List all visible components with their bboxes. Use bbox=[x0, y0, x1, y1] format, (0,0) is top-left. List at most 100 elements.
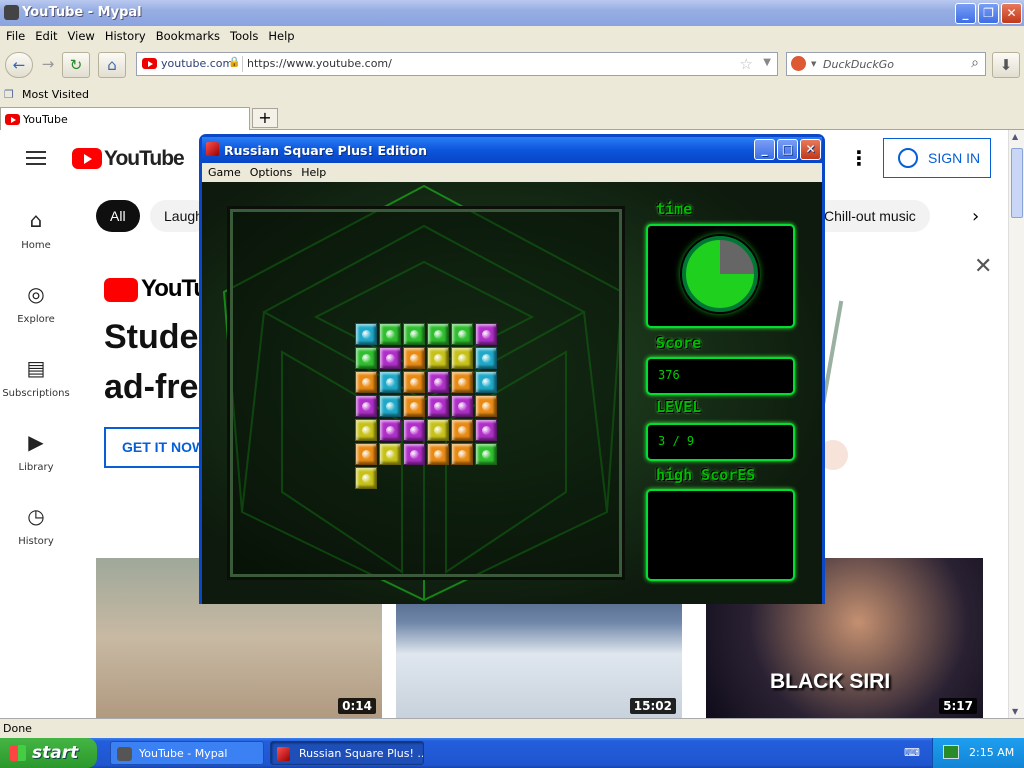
taskbar-item-label: Russian Square Plus! ... bbox=[299, 747, 424, 760]
sidebar-item-subscriptions[interactable]: ▤ Subscriptions bbox=[0, 356, 72, 399]
start-label: start bbox=[32, 743, 79, 763]
game-maximize-button[interactable]: □ bbox=[777, 139, 798, 160]
downloads-button[interactable]: ⬇ bbox=[992, 52, 1020, 78]
sidebar-item-history[interactable]: ◷ History bbox=[0, 504, 72, 547]
subscriptions-icon: ▤ bbox=[26, 356, 46, 380]
browser-title-bar[interactable]: YouTube - Mypal _ ❐ ✕ bbox=[0, 0, 1024, 26]
home-icon: ⌂ bbox=[29, 208, 43, 232]
game-block bbox=[427, 323, 449, 345]
video-duration: 0:14 bbox=[338, 698, 376, 714]
start-button[interactable]: start bbox=[0, 738, 97, 768]
minimize-button[interactable]: _ bbox=[955, 3, 976, 24]
game-block bbox=[403, 419, 425, 441]
history-icon: ◷ bbox=[27, 504, 45, 528]
bookmark-star-icon[interactable]: ☆ bbox=[740, 55, 753, 73]
lock-icon: 🔒 bbox=[228, 57, 241, 68]
game-menu-game[interactable]: Game bbox=[202, 163, 244, 179]
menu-view[interactable]: View bbox=[62, 26, 99, 43]
most-visited-bookmark[interactable]: Most Visited bbox=[22, 88, 89, 101]
mypal-icon bbox=[4, 5, 19, 20]
scroll-down-icon[interactable]: ▼ bbox=[1012, 707, 1018, 716]
mypal-icon bbox=[117, 747, 132, 761]
new-tab-button[interactable]: + bbox=[252, 108, 278, 128]
chip-chill-out-music[interactable]: Chill-out music bbox=[810, 200, 930, 232]
game-block bbox=[355, 395, 377, 417]
play-field[interactable] bbox=[227, 206, 625, 580]
search-icon[interactable]: ⌕ bbox=[971, 55, 979, 71]
scrollbar-thumb[interactable] bbox=[1011, 148, 1023, 218]
game-minimize-button[interactable]: _ bbox=[754, 139, 775, 160]
game-block bbox=[427, 395, 449, 417]
game-close-button[interactable]: ✕ bbox=[800, 139, 821, 160]
address-bar[interactable]: youtube.com 🔒 https://www.youtube.com/ ☆… bbox=[136, 52, 778, 76]
sidebar-item-home[interactable]: ⌂ Home bbox=[0, 208, 72, 251]
scroll-up-icon[interactable]: ▲ bbox=[1012, 132, 1018, 141]
network-icon[interactable] bbox=[943, 745, 959, 759]
sidebar-item-explore[interactable]: ◎ Explore bbox=[0, 282, 72, 325]
keyboard-icon[interactable]: ⌨ bbox=[904, 746, 920, 759]
sidebar-item-library[interactable]: ▶ Library bbox=[0, 430, 72, 473]
more-options-icon[interactable]: ⋮ bbox=[849, 146, 869, 170]
windows-flag-icon bbox=[10, 745, 26, 761]
url-text[interactable]: https://www.youtube.com/ bbox=[247, 57, 392, 70]
game-block bbox=[379, 347, 401, 369]
search-bar[interactable]: ▼ DuckDuckGo ⌕ bbox=[786, 52, 986, 76]
restore-button[interactable]: ❐ bbox=[978, 3, 999, 24]
game-block bbox=[355, 443, 377, 465]
menu-help[interactable]: Help bbox=[262, 26, 298, 43]
menu-history[interactable]: History bbox=[99, 26, 150, 43]
game-icon bbox=[277, 747, 290, 761]
game-block bbox=[451, 347, 473, 369]
game-window[interactable]: Russian Square Plus! Edition _ □ ✕ Game O… bbox=[199, 134, 825, 604]
thumbnail-overlay-text: BLACK SIRI bbox=[770, 670, 891, 693]
menu-bookmarks[interactable]: Bookmarks bbox=[150, 26, 224, 43]
hamburger-menu-icon[interactable] bbox=[26, 151, 46, 165]
get-it-now-button[interactable]: GET IT NOW bbox=[104, 427, 214, 468]
game-block bbox=[475, 347, 497, 369]
home-button[interactable]: ⌂ bbox=[98, 52, 126, 78]
youtube-wordmark: YouTube bbox=[104, 147, 185, 170]
game-title-bar[interactable]: Russian Square Plus! Edition _ □ ✕ bbox=[202, 137, 822, 163]
page-scrollbar[interactable]: ▲ ▼ bbox=[1008, 130, 1024, 718]
game-block bbox=[355, 323, 377, 345]
reload-button[interactable]: ↻ bbox=[62, 52, 90, 78]
browser-menubar: File Edit View History Bookmarks Tools Help bbox=[0, 26, 1024, 46]
game-menu-help[interactable]: Help bbox=[295, 163, 329, 179]
chips-next-icon[interactable]: › bbox=[972, 206, 979, 227]
search-engine-dropdown-icon[interactable]: ▼ bbox=[811, 60, 816, 68]
status-bar: Done bbox=[0, 718, 1024, 738]
time-label: time bbox=[656, 200, 693, 218]
close-promo-icon[interactable]: ✕ bbox=[974, 254, 992, 279]
menu-edit[interactable]: Edit bbox=[29, 26, 61, 43]
game-block bbox=[355, 347, 377, 369]
game-block bbox=[427, 347, 449, 369]
sidebar-label: Explore bbox=[17, 314, 55, 325]
game-block bbox=[451, 371, 473, 393]
menu-file[interactable]: File bbox=[0, 26, 29, 43]
forward-button[interactable]: → bbox=[34, 52, 62, 78]
game-block bbox=[403, 323, 425, 345]
game-block bbox=[475, 323, 497, 345]
tab-youtube[interactable]: YouTube bbox=[0, 107, 250, 130]
chip-all[interactable]: All bbox=[96, 200, 140, 232]
taskbar: start YouTube - Mypal Russian Square Plu… bbox=[0, 738, 1024, 768]
menu-tools[interactable]: Tools bbox=[224, 26, 262, 43]
game-block bbox=[379, 419, 401, 441]
promo-title-line1: Studer bbox=[104, 318, 212, 356]
taskbar-item-game[interactable]: Russian Square Plus! ... bbox=[270, 741, 424, 765]
game-board-area: time Score 376 LEVEL 3 / 9 high ScorES bbox=[202, 182, 822, 604]
game-block bbox=[451, 323, 473, 345]
game-menu-options[interactable]: Options bbox=[244, 163, 295, 179]
level-panel: 3 / 9 bbox=[646, 423, 795, 461]
sign-in-button[interactable]: SIGN IN bbox=[883, 138, 991, 178]
sidebar-label: Library bbox=[18, 462, 54, 473]
sidebar-label: Subscriptions bbox=[2, 388, 70, 399]
close-button[interactable]: ✕ bbox=[1001, 3, 1022, 24]
game-block bbox=[379, 323, 401, 345]
taskbar-item-browser[interactable]: YouTube - Mypal bbox=[110, 741, 264, 765]
back-button[interactable]: ← bbox=[5, 52, 33, 78]
game-block bbox=[475, 443, 497, 465]
sign-in-label: SIGN IN bbox=[928, 150, 981, 166]
game-block bbox=[355, 467, 377, 489]
url-dropdown-icon[interactable]: ▼ bbox=[763, 57, 771, 68]
